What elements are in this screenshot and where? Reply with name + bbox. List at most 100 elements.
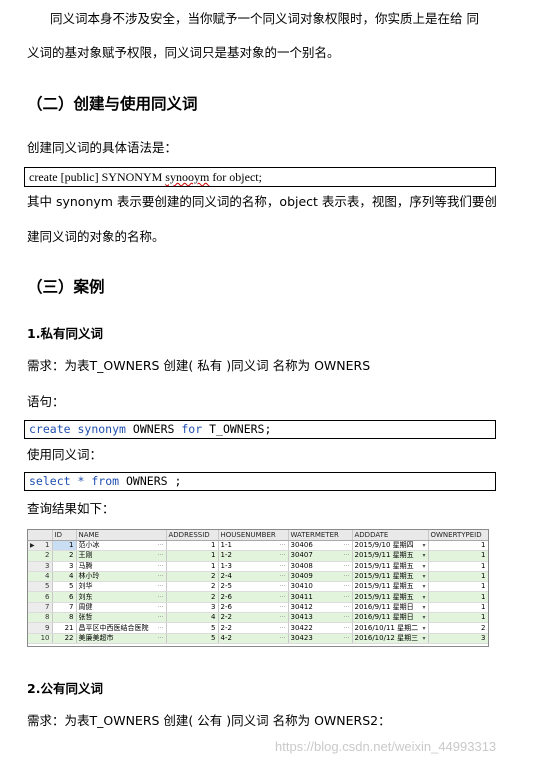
- date-dropdown-icon[interactable]: ▾: [422, 551, 425, 560]
- cell-id[interactable]: 4: [52, 571, 77, 583]
- cell-ellipsis-icon[interactable]: ···: [344, 541, 350, 550]
- cell-row-num[interactable]: 7: [28, 602, 53, 614]
- date-dropdown-icon[interactable]: ▾: [422, 562, 425, 571]
- date-dropdown-icon[interactable]: ▾: [422, 634, 425, 643]
- cell-ellipsis-icon[interactable]: ···: [280, 593, 286, 602]
- cell-watermeter[interactable]: ··· 30422: [288, 622, 353, 634]
- date-dropdown-icon[interactable]: ▾: [422, 572, 425, 581]
- table-row[interactable]: 10 22 ··· 美廉美超市 5 ··· 4-2 ··· 30423 ▾ 2016/10/12 星…: [28, 633, 488, 644]
- cell-ellipsis-icon[interactable]: ···: [158, 634, 164, 643]
- cell-name[interactable]: ··· 林小玲: [76, 571, 167, 583]
- table-row[interactable]: 2 2 ··· 王刚 1 ··· 1-2 ··· 30407 ▾ 2015/9/11 星期五 1: [28, 550, 488, 562]
- date-dropdown-icon[interactable]: ▾: [422, 541, 425, 550]
- col-header-adddate[interactable]: ADDDATE: [352, 530, 429, 541]
- cell-addressid[interactable]: 2: [166, 571, 219, 583]
- cell-id[interactable]: 5: [52, 581, 77, 593]
- cell-row-num[interactable]: 4: [28, 571, 53, 583]
- cell-addressid[interactable]: 3: [166, 602, 219, 614]
- cell-ellipsis-icon[interactable]: ···: [344, 562, 350, 571]
- cell-housenumber[interactable]: ··· 2-5: [218, 581, 289, 593]
- cell-ellipsis-icon[interactable]: ···: [344, 593, 350, 602]
- cell-name[interactable]: ··· 刘华: [76, 581, 167, 593]
- cell-watermeter[interactable]: ··· 30423: [288, 633, 353, 644]
- cell-ellipsis-icon[interactable]: ···: [158, 613, 164, 622]
- table-row[interactable]: ▶ 1 1 ··· 范小冰 1 ··· 1-1 ··· 30406 ▾ 2015/9/10 星期四 1: [28, 540, 488, 552]
- cell-watermeter[interactable]: ··· 30413: [288, 612, 353, 624]
- cell-ownertypeid[interactable]: 1: [428, 602, 488, 614]
- cell-ownertypeid[interactable]: 1: [428, 612, 488, 624]
- date-dropdown-icon[interactable]: ▾: [422, 593, 425, 602]
- cell-adddate[interactable]: ▾ 2016/10/11 星期二: [352, 622, 429, 634]
- cell-ellipsis-icon[interactable]: ···: [158, 624, 164, 633]
- cell-adddate[interactable]: ▾ 2015/9/11 星期五: [352, 581, 429, 593]
- cell-id[interactable]: 21: [52, 622, 77, 634]
- cell-name[interactable]: ··· 范小冰: [76, 540, 167, 552]
- cell-ownertypeid[interactable]: 1: [428, 571, 488, 583]
- cell-ellipsis-icon[interactable]: ···: [158, 562, 164, 571]
- cell-ellipsis-icon[interactable]: ···: [280, 582, 286, 591]
- cell-ellipsis-icon[interactable]: ···: [344, 551, 350, 560]
- cell-name[interactable]: ··· 美廉美超市: [76, 633, 167, 644]
- table-row[interactable]: 4 4 ··· 林小玲 2 ··· 2-4 ··· 30409 ▾ 2015/9/11 星期五 1: [28, 571, 488, 583]
- cell-id[interactable]: 1: [52, 540, 77, 552]
- cell-id[interactable]: 6: [52, 591, 77, 603]
- cell-name[interactable]: ··· 周健: [76, 602, 167, 614]
- cell-addressid[interactable]: 1: [166, 540, 219, 552]
- cell-housenumber[interactable]: ··· 2-4: [218, 571, 289, 583]
- cell-addressid[interactable]: 1: [166, 561, 219, 572]
- cell-ellipsis-icon[interactable]: ···: [344, 613, 350, 622]
- cell-id[interactable]: 8: [52, 612, 77, 624]
- cell-ownertypeid[interactable]: 1: [428, 550, 488, 562]
- cell-adddate[interactable]: ▾ 2016/9/11 星期日: [352, 602, 429, 614]
- cell-ellipsis-icon[interactable]: ···: [158, 541, 164, 550]
- table-row[interactable]: 5 5 ··· 刘华 2 ··· 2-5 ··· 30410 ▾ 2015/9/11 星期五 1: [28, 581, 488, 593]
- table-row[interactable]: 6 6 ··· 刘东 2 ··· 2-6 ··· 30411 ▾ 2015/9/11 星期五 1: [28, 591, 488, 603]
- col-header-watermeter[interactable]: WATERMETER: [288, 530, 353, 541]
- cell-id[interactable]: 3: [52, 561, 77, 572]
- cell-ellipsis-icon[interactable]: ···: [280, 541, 286, 550]
- cell-ellipsis-icon[interactable]: ···: [280, 562, 286, 571]
- cell-watermeter[interactable]: ··· 30409: [288, 571, 353, 583]
- cell-housenumber[interactable]: ··· 1-1: [218, 540, 289, 552]
- cell-ellipsis-icon[interactable]: ···: [158, 593, 164, 602]
- cell-housenumber[interactable]: ··· 2-6: [218, 602, 289, 614]
- date-dropdown-icon[interactable]: ▾: [422, 582, 425, 591]
- cell-id[interactable]: 7: [52, 602, 77, 614]
- col-header-addressid[interactable]: ADDRESSID: [166, 530, 219, 541]
- cell-addressid[interactable]: 5: [166, 633, 219, 644]
- cell-adddate[interactable]: ▾ 2015/9/11 星期五: [352, 550, 429, 562]
- cell-housenumber[interactable]: ··· 2-6: [218, 591, 289, 603]
- cell-adddate[interactable]: ▾ 2015/9/11 星期五: [352, 591, 429, 603]
- cell-row-num[interactable]: 9: [28, 622, 53, 634]
- cell-housenumber[interactable]: ··· 2-2: [218, 622, 289, 634]
- cell-ellipsis-icon[interactable]: ···: [158, 551, 164, 560]
- cell-name[interactable]: ··· 王刚: [76, 550, 167, 562]
- cell-name[interactable]: ··· 张哲: [76, 612, 167, 624]
- cell-ellipsis-icon[interactable]: ···: [158, 582, 164, 591]
- cell-name[interactable]: ··· 马腾: [76, 561, 167, 572]
- cell-ellipsis-icon[interactable]: ···: [280, 551, 286, 560]
- cell-addressid[interactable]: 5: [166, 622, 219, 634]
- cell-ownertypeid[interactable]: 1: [428, 561, 488, 572]
- col-header-name[interactable]: NAME: [76, 530, 167, 541]
- cell-addressid[interactable]: 4: [166, 612, 219, 624]
- cell-housenumber[interactable]: ··· 4-2: [218, 633, 289, 644]
- table-row[interactable]: 9 21 ··· 昌平区中西医结合医院 5 ··· 2-2 ··· 30422 ▾ 2016/10/…: [28, 622, 488, 634]
- cell-addressid[interactable]: 1: [166, 550, 219, 562]
- cell-row-num[interactable]: 2: [28, 550, 53, 562]
- cell-ownertypeid[interactable]: 1: [428, 581, 488, 593]
- cell-ellipsis-icon[interactable]: ···: [344, 582, 350, 591]
- cell-row-num[interactable]: 5: [28, 581, 53, 593]
- cell-ownertypeid[interactable]: 1: [428, 540, 488, 552]
- cell-addressid[interactable]: 2: [166, 591, 219, 603]
- table-row[interactable]: 8 8 ··· 张哲 4 ··· 2-2 ··· 30413 ▾ 2016/9/11 星期日 1: [28, 612, 488, 624]
- cell-adddate[interactable]: ▾ 2016/10/12 星期三: [352, 633, 429, 644]
- cell-ellipsis-icon[interactable]: ···: [344, 624, 350, 633]
- cell-watermeter[interactable]: ··· 30408: [288, 561, 353, 572]
- cell-ownertypeid[interactable]: 2: [428, 622, 488, 634]
- cell-id[interactable]: 22: [52, 633, 77, 644]
- table-row[interactable]: 3 3 ··· 马腾 1 ··· 1-3 ··· 30408 ▾ 2015/9/11 星期五 1: [28, 561, 488, 572]
- cell-addressid[interactable]: 2: [166, 581, 219, 593]
- cell-ownertypeid[interactable]: 1: [428, 591, 488, 603]
- col-header-housenumber[interactable]: HOUSENUMBER: [218, 530, 289, 541]
